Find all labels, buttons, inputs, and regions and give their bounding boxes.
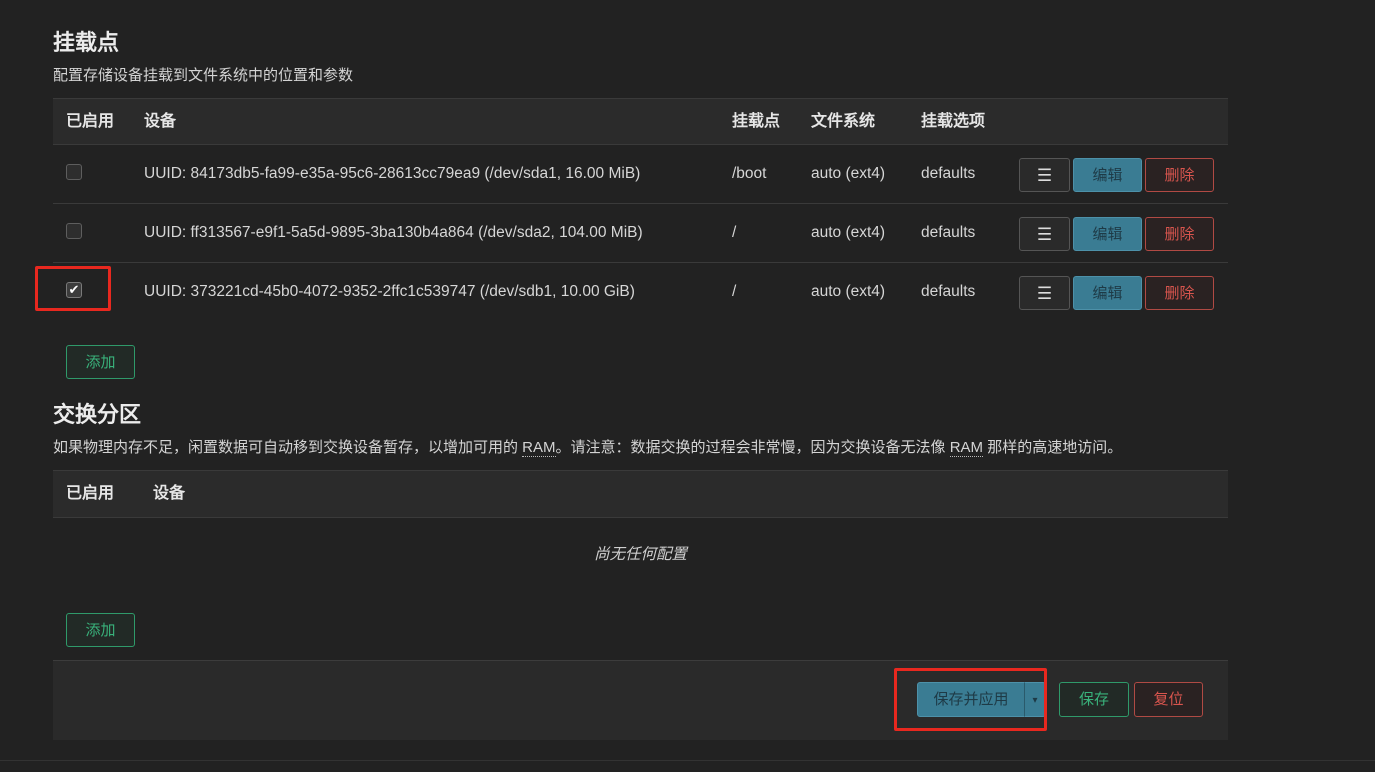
swap-description-part2: 。请注意：数据交换的过程会非常慢，因为交换设备无法像 (555, 439, 950, 456)
enabled-checkbox[interactable] (66, 164, 82, 180)
row-menu-button[interactable]: ☰ (1019, 158, 1070, 192)
swap-table-header: 已启用 设备 (53, 470, 1228, 518)
column-device: 设备 (144, 113, 177, 130)
device-cell: UUID: ff313567-e9f1-5a5d-9895-3ba130b4a8… (144, 224, 643, 241)
add-swap-button[interactable]: 添加 (66, 613, 135, 647)
device-cell: UUID: 84173db5-fa99-e35a-95c6-28613cc79e… (144, 165, 641, 182)
table-row: UUID: 84173db5-fa99-e35a-95c6-28613cc79e… (53, 145, 1228, 204)
column-enabled: 已启用 (66, 485, 115, 502)
mount-options-cell: defaults (921, 283, 976, 300)
page-bottom-divider (0, 760, 1375, 761)
column-enabled: 已启用 (66, 113, 115, 130)
row-menu-button[interactable]: ☰ (1019, 276, 1070, 310)
mount-point-cell: / (732, 224, 737, 241)
column-filesystem: 文件系统 (811, 113, 876, 130)
mount-point-cell: / (732, 283, 737, 300)
add-mount-point-button[interactable]: 添加 (66, 345, 135, 379)
save-apply-dropdown-button[interactable]: ▾ (1024, 682, 1046, 717)
ram-abbreviation: RAM (522, 439, 556, 457)
swap-description-part3: 那样的高速地访问。 (983, 439, 1123, 456)
column-mount-options: 挂载选项 (921, 113, 986, 130)
mount-points-table-header: 已启用 设备 挂载点 文件系统 挂载选项 (53, 98, 1228, 145)
swap-description-part1: 如果物理内存不足，闲置数据可自动移到交换设备暂存，以增加可用的 (53, 439, 523, 456)
device-cell: UUID: 373221cd-45b0-4072-9352-2ffc1c5397… (144, 283, 635, 300)
column-device: 设备 (153, 485, 186, 502)
table-row: ✔ UUID: 373221cd-45b0-4072-9352-2ffc1c53… (53, 263, 1228, 321)
mount-options-cell: defaults (921, 165, 976, 182)
swap-description: 如果物理内存不足，闲置数据可自动移到交换设备暂存，以增加可用的 RAM。请注意：… (53, 438, 1122, 458)
save-apply-button[interactable]: 保存并应用 (917, 682, 1025, 717)
delete-button[interactable]: 删除 (1145, 217, 1214, 251)
swap-table: 已启用 设备 尚无任何配置 (53, 470, 1228, 591)
mount-point-cell: /boot (732, 165, 767, 182)
delete-button[interactable]: 删除 (1145, 276, 1214, 310)
filesystem-cell: auto (ext4) (811, 283, 886, 300)
empty-placeholder: 尚无任何配置 (593, 546, 687, 563)
reset-button[interactable]: 复位 (1134, 682, 1203, 717)
save-button[interactable]: 保存 (1059, 682, 1129, 717)
swap-title: 交换分区 (53, 402, 142, 427)
ram-abbreviation: RAM (949, 439, 984, 457)
mount-options-cell: defaults (921, 224, 976, 241)
edit-button[interactable]: 编辑 (1073, 276, 1142, 310)
mount-points-description: 配置存储设备挂载到文件系统中的位置和参数 (53, 67, 354, 84)
edit-button[interactable]: 编辑 (1073, 158, 1142, 192)
edit-button[interactable]: 编辑 (1073, 217, 1142, 251)
filesystem-cell: auto (ext4) (811, 224, 886, 241)
row-menu-button[interactable]: ☰ (1019, 217, 1070, 251)
mount-points-table: 已启用 设备 挂载点 文件系统 挂载选项 UUID: 84173db5-fa99… (53, 98, 1228, 321)
delete-button[interactable]: 删除 (1145, 158, 1214, 192)
fstab-page: 挂载点 配置存储设备挂载到文件系统中的位置和参数 已启用 设备 挂载点 文件系统… (0, 0, 1375, 772)
column-mount-point: 挂载点 (732, 113, 781, 130)
filesystem-cell: auto (ext4) (811, 165, 886, 182)
mount-points-title: 挂载点 (53, 30, 120, 55)
footer-action-bar: 保存并应用 ▾ 保存 复位 (53, 660, 1228, 740)
table-row: UUID: ff313567-e9f1-5a5d-9895-3ba130b4a8… (53, 204, 1228, 263)
enabled-checkbox[interactable]: ✔ (66, 282, 82, 298)
enabled-checkbox[interactable] (66, 223, 82, 239)
